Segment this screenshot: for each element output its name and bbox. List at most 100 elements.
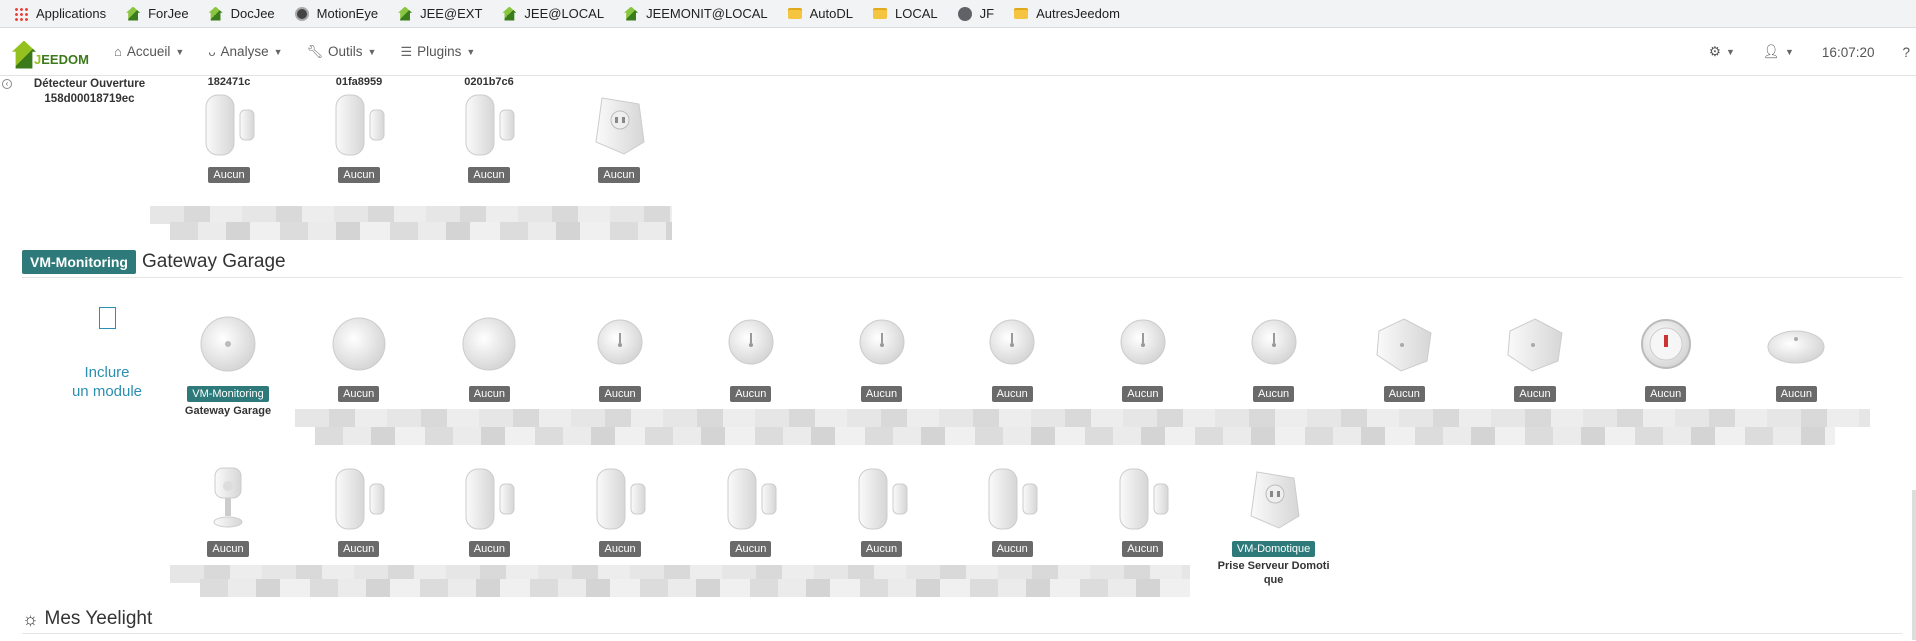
bookmark-autodl[interactable]: AutoDL xyxy=(787,6,853,21)
device-card[interactable]: Aucun xyxy=(947,309,1077,402)
water-device-image xyxy=(1731,309,1861,384)
lightbulb-icon: ☼ xyxy=(22,608,39,629)
group-title-line2: 158d00018719ec xyxy=(44,93,135,105)
device-card[interactable]: VM-Domotique Prise Serveur Domoti que xyxy=(1209,464,1339,587)
object-badge: Aucun xyxy=(338,386,380,402)
door-device-image xyxy=(294,90,424,165)
temp-device-image xyxy=(1209,309,1339,384)
stethoscope-icon: ᴗ xyxy=(208,44,216,59)
device-name: Gateway Garage xyxy=(184,405,272,417)
group-title: Détecteur Ouverture 158d00018719ec xyxy=(22,77,157,107)
device-card[interactable]: Aucun xyxy=(424,309,554,402)
device-card[interactable]: Aucun xyxy=(294,309,424,402)
device-card[interactable]: Aucun xyxy=(555,309,685,402)
folder-icon xyxy=(1014,8,1029,19)
device-card[interactable]: Aucun xyxy=(163,464,293,557)
bookmark-label: LOCAL xyxy=(895,6,938,21)
bookmark-local[interactable]: LOCAL xyxy=(873,6,938,21)
device-card[interactable]: Aucun xyxy=(555,464,685,557)
device-card[interactable]: Aucun xyxy=(424,464,554,557)
menu-outils-label: Outils xyxy=(328,44,363,59)
caret-down-icon: ▼ xyxy=(175,46,185,57)
device-title: 0201b7c6 xyxy=(464,76,514,88)
scrollbar[interactable] xyxy=(1912,490,1916,640)
device-card[interactable]: VM-Monitoring Gateway Garage xyxy=(163,309,293,418)
door-device-image xyxy=(294,464,424,539)
bookmark-label: JF xyxy=(979,6,995,21)
device-name: Prise Serveur Domoti que xyxy=(1217,560,1330,586)
jeedom-icon xyxy=(208,6,223,21)
bookmark-autresjeedom[interactable]: AutresJeedom xyxy=(1014,6,1120,21)
menu-analyse-label: Analyse xyxy=(220,44,269,59)
object-badge: Aucun xyxy=(207,541,249,557)
object-badge: Aucun xyxy=(991,541,1033,557)
include-module-button[interactable]: Inclure un module xyxy=(52,307,162,401)
button-device-image xyxy=(424,309,554,384)
section-tag: VM-Monitoring xyxy=(22,250,136,274)
include-label-line1: Inclure xyxy=(84,364,130,381)
bookmark-label: JEE@LOCAL xyxy=(524,6,605,21)
help-icon[interactable]: ? xyxy=(1888,45,1916,60)
device-card[interactable]: Aucun xyxy=(1470,309,1600,402)
jeedom-logo[interactable]: JEEDOM xyxy=(12,35,92,69)
bookmark-motioneye[interactable]: MotionEye xyxy=(294,6,378,21)
menu-analyse[interactable]: ᴗ Analyse ▼ xyxy=(196,28,294,76)
menu-accueil[interactable]: ⌂ Accueil ▼ xyxy=(102,28,196,76)
object-badge: Aucun xyxy=(991,386,1033,402)
owl-icon xyxy=(294,6,309,21)
globe-icon xyxy=(957,6,972,21)
bookmarks-bar: Applications ForJee DocJee MotionEye JEE@EXT… xyxy=(0,0,1916,28)
bookmark-docjee[interactable]: DocJee xyxy=(208,6,275,21)
bookmark-label: AutresJeedom xyxy=(1036,6,1120,21)
object-badge: Aucun xyxy=(860,541,903,557)
bookmark-jeemonit-local[interactable]: JEEMONIT@LOCAL xyxy=(624,6,768,21)
settings-menu[interactable]: ⚙ ▼ xyxy=(1695,44,1749,60)
bookmark-applications[interactable]: Applications xyxy=(14,6,106,21)
object-badge: Aucun xyxy=(338,167,380,183)
device-card[interactable]: Aucun xyxy=(1078,464,1208,557)
jeedom-icon xyxy=(624,6,639,21)
blurred-info-row xyxy=(295,409,1870,427)
object-badge: Aucun xyxy=(1645,386,1687,402)
temp-device-image xyxy=(555,309,685,384)
bookmark-forjee[interactable]: ForJee xyxy=(126,6,189,21)
object-badge: Aucun xyxy=(730,386,772,402)
bookmark-jf[interactable]: JF xyxy=(957,6,995,21)
device-card[interactable]: Aucun xyxy=(1339,309,1469,402)
device-card[interactable]: Aucun xyxy=(817,309,947,402)
temp-device-image xyxy=(1078,309,1208,384)
device-card[interactable]: Aucun xyxy=(686,464,816,557)
device-card[interactable]: Aucun xyxy=(817,464,947,557)
temp-device-image xyxy=(686,309,816,384)
door-device-image xyxy=(164,90,294,165)
door-device-image xyxy=(555,464,685,539)
clock: 16:07:20 xyxy=(1821,44,1875,60)
object-badge: Aucun xyxy=(208,167,250,183)
object-badge: VM-Domotique xyxy=(1231,541,1316,557)
plug-device-image xyxy=(554,90,684,165)
top-navbar: JEEDOM ⌂ Accueil ▼ ᴗ Analyse ▼ 🔧︎ Outils ▼ ☰ Pl… xyxy=(0,28,1916,76)
user-menu[interactable]: 👤︎ ▼ xyxy=(1749,44,1808,60)
device-card[interactable]: 182471c Aucun xyxy=(164,76,294,183)
device-card[interactable]: Aucun xyxy=(1601,309,1731,402)
device-card[interactable]: Aucun xyxy=(1078,309,1208,402)
bookmark-jee-ext[interactable]: JEE@EXT xyxy=(398,6,482,21)
device-card[interactable]: Aucun xyxy=(947,464,1077,557)
menu-plugins[interactable]: ☰ Plugins ▼ xyxy=(388,28,487,76)
device-card[interactable]: Aucun xyxy=(1731,309,1861,402)
main-content: Détecteur Ouverture 158d00018719ec VM-Mo… xyxy=(0,76,1916,641)
device-card[interactable]: Aucun xyxy=(1209,309,1339,402)
object-badge: Aucun xyxy=(860,386,903,402)
device-card[interactable]: Aucun xyxy=(554,76,684,183)
device-card[interactable]: Aucun xyxy=(686,309,816,402)
door-device-image xyxy=(424,464,554,539)
device-card[interactable]: Aucun xyxy=(294,464,424,557)
bookmark-jee-local[interactable]: JEE@LOCAL xyxy=(502,6,604,21)
blurred-info-row xyxy=(200,579,1190,597)
device-card[interactable]: 01fa8959 Aucun xyxy=(294,76,424,183)
menu-outils[interactable]: 🔧︎ Outils ▼ xyxy=(295,28,389,76)
device-card[interactable]: 0201b7c6 Aucun xyxy=(424,76,554,183)
cube-device-image xyxy=(1339,309,1469,384)
menu-plugins-label: Plugins xyxy=(417,44,462,59)
device-title: 182471c xyxy=(207,76,251,88)
